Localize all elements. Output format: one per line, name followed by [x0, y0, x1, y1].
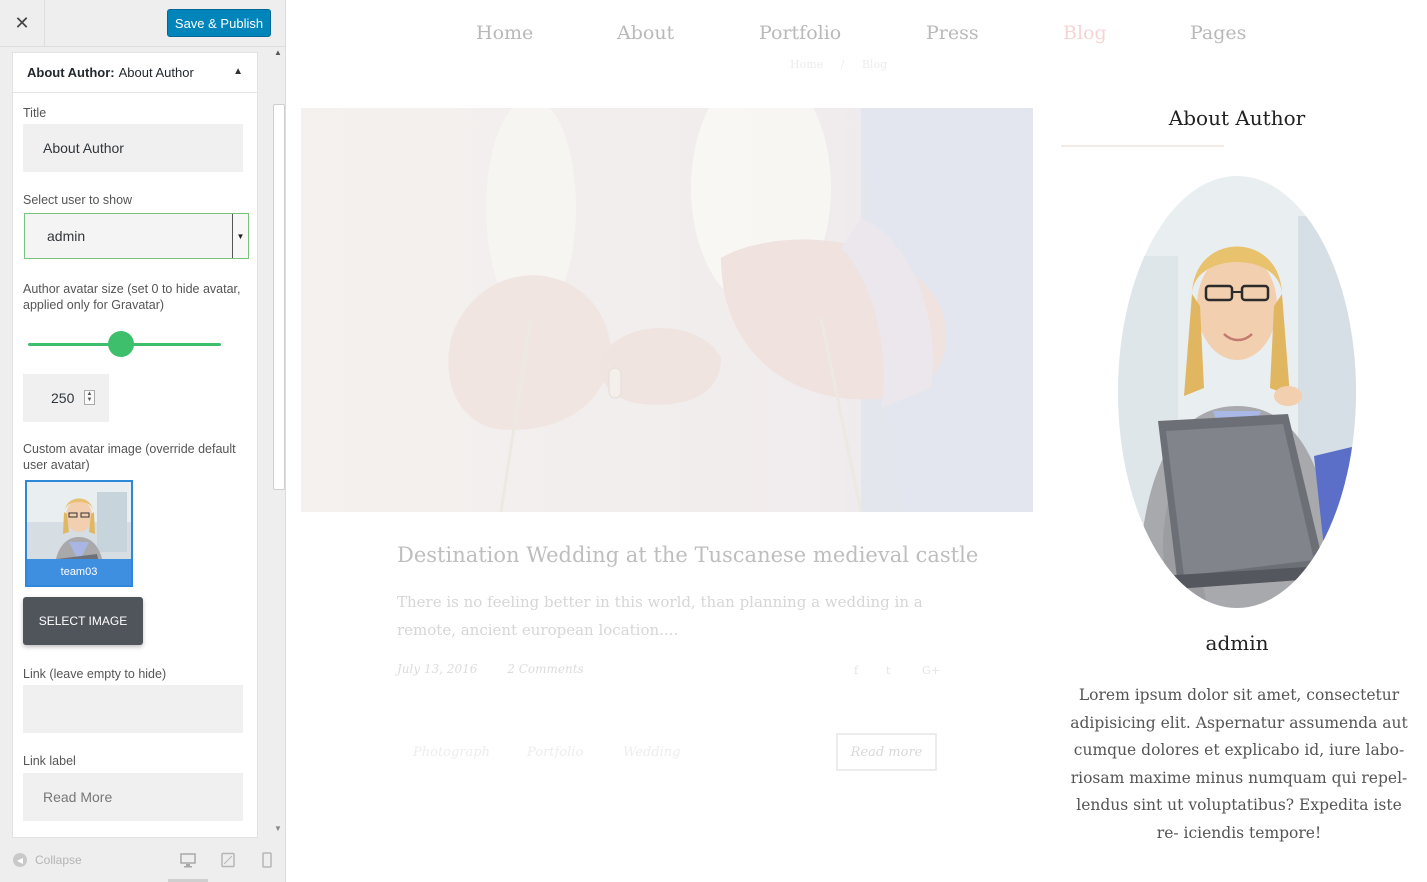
select-image-button[interactable]: SELECT IMAGE: [23, 597, 143, 645]
nav-item-about[interactable]: About: [617, 22, 674, 44]
collapse-button[interactable]: ◀ Collapse: [13, 853, 82, 867]
nav-item-portfolio[interactable]: Portfolio: [759, 22, 841, 44]
twitter-share-icon[interactable]: t: [886, 664, 890, 677]
widget-header-title: About Author: [118, 65, 194, 80]
custom-avatar-thumbnail[interactable]: team03: [25, 480, 133, 587]
widget-panel-header[interactable]: About Author: About Author ▲: [13, 53, 257, 93]
nav-item-press[interactable]: Press: [926, 22, 979, 44]
caret-down-icon[interactable]: ▼: [232, 214, 248, 258]
close-icon[interactable]: ✕: [0, 0, 45, 46]
title-label: Title: [23, 106, 47, 120]
collapse-arrow-icon: ◀: [13, 853, 27, 867]
title-input[interactable]: About Author: [23, 124, 243, 172]
post-tag[interactable]: Photograph: [413, 745, 490, 760]
widget-panel: About Author: About Author ▲ Title About…: [12, 52, 258, 838]
avatar-size-value: 250: [51, 390, 75, 406]
scroll-down-icon[interactable]: ▼: [274, 824, 282, 833]
author-avatar-image: [1118, 176, 1356, 608]
widget-title-divider: [1061, 145, 1224, 147]
custom-avatar-label: Custom avatar image (override default us…: [23, 442, 236, 472]
link-label-input[interactable]: Read More: [23, 773, 243, 821]
post-tag[interactable]: Portfolio: [527, 745, 583, 760]
breadcrumb: Home / Blog: [790, 58, 887, 71]
breadcrumb-home[interactable]: Home: [790, 58, 823, 71]
avatar-thumbnail-caption: team03: [27, 559, 131, 585]
collapse-label: Collapse: [35, 853, 82, 867]
link-input[interactable]: [23, 685, 243, 733]
panel-scrollbar[interactable]: ▲ ▼: [271, 46, 286, 836]
link-label: Link (leave empty to hide): [23, 667, 167, 681]
author-avatar: [1118, 176, 1356, 608]
user-select[interactable]: admin ▼: [24, 213, 249, 259]
featured-image-graphic: [301, 108, 1033, 512]
post-tag[interactable]: Wedding: [623, 745, 681, 760]
post-comments-link[interactable]: 2 Comments: [507, 662, 583, 676]
avatar-size-input[interactable]: 250 ▲ ▼: [23, 374, 109, 422]
spinner-arrows-icon[interactable]: ▲ ▼: [84, 390, 95, 405]
user-select-value: admin: [47, 228, 86, 244]
avatar-size-slider-handle[interactable]: [107, 331, 134, 357]
breadcrumb-current: Blog: [861, 58, 888, 71]
site-preview: Home About Portfolio Press Blog Pages Ho…: [286, 0, 1427, 882]
about-author-widget-title: About Author: [1168, 106, 1306, 130]
widget-header-prefix: About Author:: [27, 65, 115, 80]
desktop-preview-icon[interactable]: [180, 852, 196, 868]
author-name: admin: [1205, 631, 1269, 655]
post-excerpt: There is no feeling better in this world…: [397, 593, 923, 639]
post-title[interactable]: Destination Wedding at the Tuscanese med…: [397, 543, 978, 567]
post-date[interactable]: July 13, 2016: [397, 662, 477, 676]
read-more-button[interactable]: Read more: [836, 733, 937, 771]
avatar-size-label: Author avatar size (set 0 to hide avatar…: [23, 282, 241, 312]
author-bio: Lorem ipsum dolor sit amet, consectetur …: [1070, 686, 1408, 842]
customizer-header: ✕ Save & Publish: [0, 0, 285, 47]
chevron-up-icon[interactable]: ▲: [233, 66, 243, 77]
nav-item-home[interactable]: Home: [476, 22, 533, 44]
main-navigation: Home About Portfolio Press Blog Pages: [286, 22, 1427, 52]
link-label-label: Link label: [23, 754, 76, 768]
nav-item-blog[interactable]: Blog: [1063, 22, 1107, 44]
customizer-footer: ◀ Collapse: [0, 838, 285, 882]
facebook-share-icon[interactable]: f: [854, 664, 858, 677]
scroll-up-icon[interactable]: ▲: [274, 48, 282, 57]
post-meta: July 13, 2016 2 Comments: [397, 662, 610, 676]
tablet-preview-icon[interactable]: [220, 852, 236, 868]
save-publish-button[interactable]: Save & Publish: [167, 9, 271, 37]
scrollbar-thumb[interactable]: [273, 104, 285, 490]
google-plus-share-icon[interactable]: G+: [922, 664, 940, 677]
breadcrumb-separator: /: [840, 58, 845, 71]
mobile-preview-icon[interactable]: [259, 852, 275, 868]
post-featured-image[interactable]: [301, 108, 1033, 512]
customizer-sidebar: ✕ Save & Publish About Author: About Aut…: [0, 0, 286, 882]
nav-item-pages[interactable]: Pages: [1190, 22, 1246, 44]
user-select-label: Select user to show: [23, 193, 133, 207]
